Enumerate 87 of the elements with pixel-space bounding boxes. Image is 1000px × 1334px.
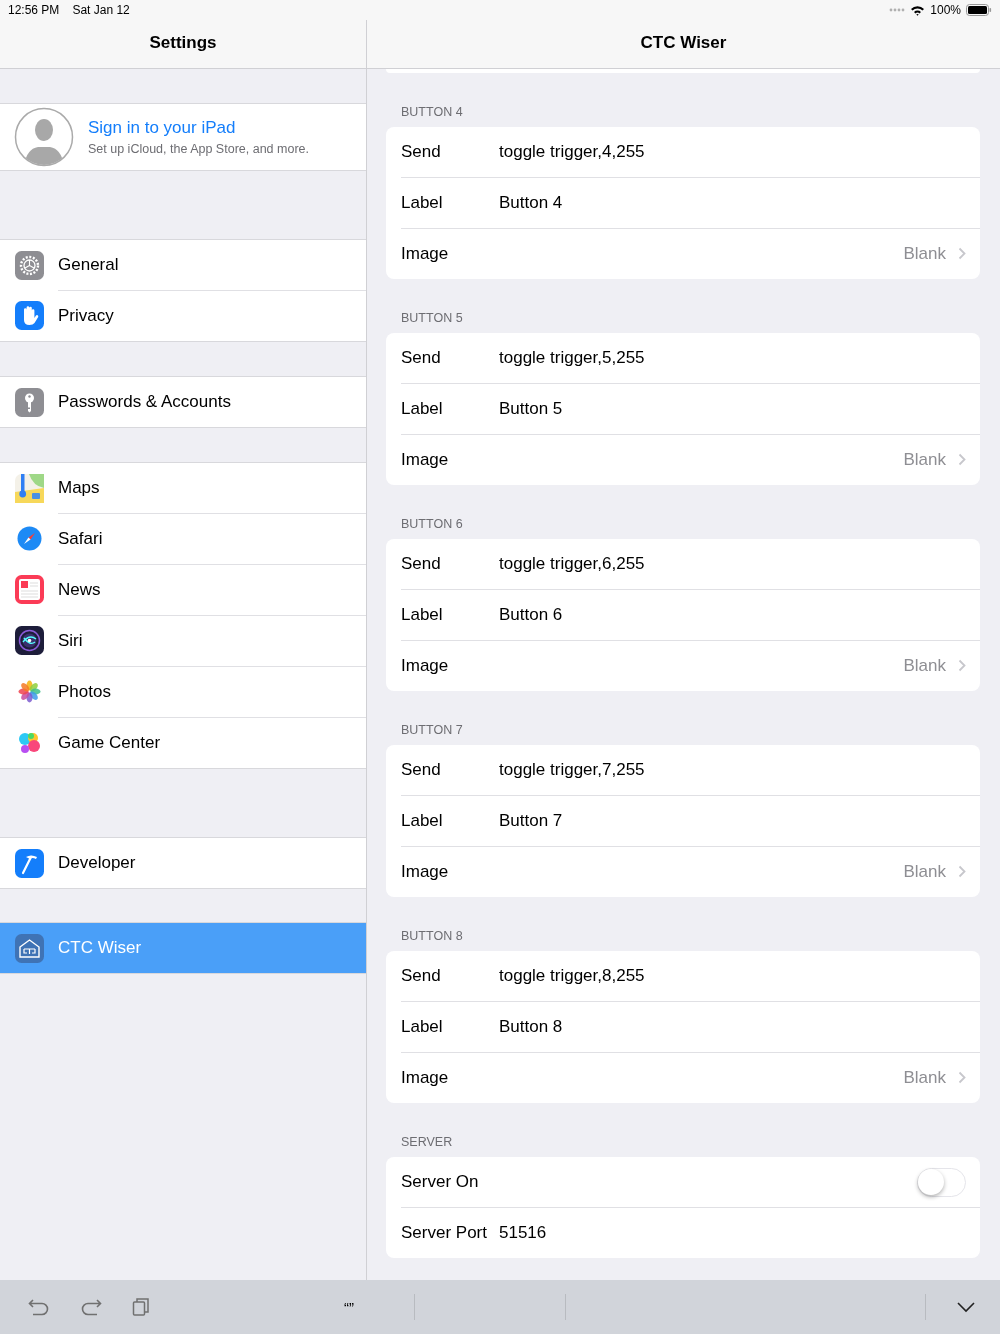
map-icon <box>15 473 44 503</box>
sidebar-item[interactable]: Privacy <box>0 290 366 341</box>
sidebar-item[interactable]: Passwords & Accounts <box>0 377 366 427</box>
row-label: Send <box>401 348 442 368</box>
section-header: BUTTON 5 <box>400 310 464 327</box>
row-label: Server Port <box>401 1222 488 1243</box>
sidebar-item[interactable]: News <box>0 564 366 615</box>
orb-icon <box>15 626 44 655</box>
row-label: Image <box>401 861 450 882</box>
text-field[interactable]: toggle trigger,6,255 <box>499 554 645 574</box>
chevron-right-icon <box>958 1071 966 1084</box>
row-label: Label <box>401 810 444 831</box>
clipboard-icon[interactable] <box>132 1297 150 1317</box>
sidebar-item[interactable]: Photos <box>0 666 366 717</box>
chevron-right-icon <box>958 247 966 260</box>
row-label: Label <box>401 604 444 625</box>
sidebar-item[interactable]: Safari <box>0 513 366 564</box>
row-label: Label <box>401 398 444 419</box>
chevron-down-icon[interactable] <box>956 1301 976 1313</box>
row-label: Send <box>401 966 442 986</box>
sidebar-title: Settings <box>149 33 217 53</box>
text-field[interactable]: Button 6 <box>499 604 563 625</box>
row-label: Image <box>401 449 450 470</box>
battery-percent: 100% <box>930 3 961 17</box>
signal-icon <box>889 8 906 12</box>
hammer-icon <box>15 848 44 878</box>
sidebar-item[interactable]: Maps <box>0 463 366 513</box>
sidebar-item[interactable]: Game Center <box>0 717 366 768</box>
toggle-switch[interactable] <box>917 1167 966 1197</box>
redo-icon[interactable] <box>80 1298 102 1316</box>
sidebar-item-label: Privacy <box>58 305 114 326</box>
row-label: Image <box>401 243 450 264</box>
house-icon <box>15 933 44 963</box>
section-header: BUTTON 8 <box>400 928 464 945</box>
wifi-icon <box>910 4 926 16</box>
text-field[interactable]: toggle trigger,7,255 <box>499 760 645 780</box>
sidebar-item-label: Safari <box>58 528 103 549</box>
sidebar-item-label: News <box>58 579 101 600</box>
undo-icon[interactable] <box>28 1298 50 1316</box>
sidebar-item-label: Developer <box>58 853 136 873</box>
sidebar-item-label: Siri <box>58 630 83 651</box>
detail-title: CTC Wiser <box>640 33 727 53</box>
section-header: BUTTON 4 <box>400 104 464 121</box>
hand-icon <box>15 301 44 330</box>
text-field[interactable]: toggle trigger,8,255 <box>499 966 645 986</box>
row-label: Image <box>401 1067 450 1088</box>
status-time: 12:56 PM <box>8 3 60 17</box>
chevron-right-icon <box>958 659 966 672</box>
gear-icon <box>15 250 44 280</box>
chevron-right-icon <box>958 865 966 878</box>
row-label: Label <box>401 192 444 213</box>
text-field[interactable]: 51516 <box>499 1222 547 1243</box>
sidebar-item-label: Maps <box>58 478 100 498</box>
text-field[interactable]: toggle trigger,4,255 <box>499 142 645 162</box>
chevron-right-icon <box>958 453 966 466</box>
text-field[interactable]: Button 5 <box>499 398 563 419</box>
quote-key[interactable]: “” <box>340 1298 358 1316</box>
sign-in-link[interactable]: Sign in to your iPad <box>88 118 309 138</box>
newspaper-icon <box>15 575 44 604</box>
sign-in-subtitle: Set up iCloud, the App Store, and more. <box>88 142 309 156</box>
row-label: Label <box>401 1016 444 1037</box>
section-header: SERVER <box>400 1134 454 1151</box>
row-label: Image <box>401 655 450 676</box>
row-label: Send <box>401 554 442 574</box>
compass-icon <box>15 524 44 553</box>
battery-icon <box>966 4 992 16</box>
sidebar-item-label: Photos <box>58 681 111 702</box>
text-field[interactable]: toggle trigger,5,255 <box>499 348 645 368</box>
sidebar-item-label: General <box>58 255 119 275</box>
sidebar-item-label: Game Center <box>58 732 161 753</box>
profile-row[interactable]: Sign in to your iPad Set up iCloud, the App Store, and more. <box>0 103 366 171</box>
row-label: Server On <box>401 1172 480 1192</box>
sidebar-item-label: CTC Wiser <box>58 938 142 958</box>
text-field[interactable]: Button 8 <box>499 1016 563 1037</box>
sidebar-item[interactable]: Developer <box>0 838 366 888</box>
text-field[interactable]: Button 7 <box>499 810 563 831</box>
key-icon <box>15 387 44 417</box>
avatar-icon <box>14 107 74 167</box>
sidebar-item[interactable]: General <box>0 240 366 290</box>
sidebar-item-label: Passwords & Accounts <box>58 392 231 412</box>
status-date: Sat Jan 12 <box>72 3 130 17</box>
row-label: Send <box>401 142 442 162</box>
text-field[interactable]: Button 4 <box>499 192 563 213</box>
section-header: BUTTON 6 <box>400 516 464 533</box>
sidebar-item[interactable]: Siri <box>0 615 366 666</box>
section-header: BUTTON 7 <box>400 722 464 739</box>
row-label: Send <box>401 760 442 780</box>
